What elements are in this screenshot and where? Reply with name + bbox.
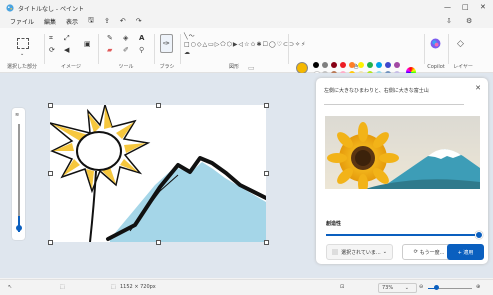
creativity-slider-knob[interactable] bbox=[475, 231, 483, 239]
cursor-icon: ↖ bbox=[8, 284, 13, 290]
menu-edit[interactable]: 編集 bbox=[44, 17, 56, 26]
layers-group: ◇ レイヤー bbox=[448, 28, 478, 72]
color-swatch[interactable] bbox=[340, 62, 346, 68]
canvas-size-icon: ⬚ bbox=[111, 284, 116, 290]
zoom-value: 73% bbox=[382, 285, 394, 291]
window-title: タイトルなし - ペイント bbox=[18, 5, 84, 13]
copilot-group-label: Copilot bbox=[427, 64, 445, 70]
layers-group-label: レイヤー bbox=[453, 64, 473, 70]
selection-group: ⌄ 選択した部分 bbox=[0, 28, 44, 72]
shapes-gallery[interactable]: ╲〜□○◇△▭▷⬠⬡▶◁☆✩✱☐◯♡⊂⊃✧⚡☁ bbox=[184, 33, 305, 57]
resize-handle[interactable] bbox=[156, 103, 161, 108]
tools-group-label: ツール bbox=[118, 64, 134, 70]
resize-handle[interactable] bbox=[156, 240, 161, 245]
share-icon[interactable]: ⇪ bbox=[104, 17, 110, 25]
resize-handle[interactable] bbox=[48, 103, 53, 108]
save-icon[interactable]: 🖫 bbox=[88, 16, 94, 27]
canvas-size: 1152 × 720px bbox=[120, 284, 156, 290]
magnifier-icon[interactable]: ⚲ bbox=[139, 46, 144, 54]
eraser-icon[interactable]: ▰ bbox=[107, 46, 112, 54]
paint-app-icon bbox=[6, 4, 14, 12]
selection-group-label: 選択した部分 bbox=[6, 64, 37, 70]
account-icon[interactable]: ⇩ bbox=[446, 17, 452, 25]
drawing-artwork bbox=[49, 102, 268, 243]
creativity-label: 創造性 bbox=[326, 221, 342, 227]
zoom-slider-knob[interactable] bbox=[434, 285, 439, 290]
color-picker-icon[interactable]: ✐ bbox=[123, 46, 129, 54]
chevron-down-icon: ⌄ bbox=[382, 249, 387, 255]
minimize-button[interactable]: — bbox=[444, 3, 451, 11]
selection-size-icon: ⬚ bbox=[60, 284, 65, 290]
prompt-input[interactable]: 左側に大きなひまわりと、右側に大きな富士山 bbox=[324, 87, 464, 105]
color-swatch[interactable] bbox=[367, 62, 373, 68]
refresh-icon: ⟳ bbox=[413, 249, 418, 255]
maximize-button[interactable]: □ bbox=[462, 3, 469, 11]
brush-size-slider[interactable]: ≋ bbox=[12, 108, 25, 240]
copilot-icon[interactable] bbox=[430, 38, 441, 49]
brush-size-icon: ≋ bbox=[15, 112, 20, 118]
color-swatch[interactable] bbox=[358, 62, 364, 68]
generated-preview-image bbox=[325, 116, 480, 189]
resize-handle[interactable] bbox=[264, 103, 269, 108]
outline-icon[interactable]: ▭ bbox=[248, 64, 255, 72]
rotate-icon[interactable]: ⟳ bbox=[49, 46, 55, 54]
brushes-group-label: ブラシ bbox=[159, 64, 175, 70]
retry-button-label: もう一度... bbox=[419, 249, 445, 256]
colors-group: 色 bbox=[288, 28, 424, 72]
color-swatch[interactable] bbox=[322, 62, 328, 68]
menu-file[interactable]: ファイル bbox=[10, 17, 34, 26]
colors-group-label: 色 bbox=[353, 64, 359, 70]
zoom-dropdown[interactable]: 73% ⌄ bbox=[378, 283, 417, 293]
brush-size-knob[interactable] bbox=[16, 225, 22, 231]
resize-handle[interactable] bbox=[264, 240, 269, 245]
image-tools-icon[interactable]: ▣ bbox=[84, 40, 91, 48]
menu-view[interactable]: 表示 bbox=[66, 17, 78, 26]
menu-bar: ファイル 編集 表示 🖫 ⇪ ↶ ↷ ⇩ ⚙ bbox=[0, 14, 493, 28]
ribbon: ⌄ 選択した部分 ⌗ ⤢ ⟳ ◀ ▣ イメージ ✎ ◈ A ▰ ✐ ⚲ ツール … bbox=[0, 28, 493, 87]
apply-button[interactable]: + 適用 bbox=[447, 244, 484, 260]
cocreator-panel: 左側に大きなひまわりと、右側に大きな富士山 ✕ 創造性 選択されていま... ⌄… bbox=[316, 78, 488, 264]
zoom-in-icon[interactable]: ⊕ bbox=[476, 284, 480, 290]
style-dropdown-label: 選択されていま... bbox=[341, 249, 381, 256]
flip-icon[interactable]: ◀ bbox=[64, 46, 69, 54]
chevron-down-icon: ⌄ bbox=[404, 285, 409, 291]
drawing-canvas[interactable] bbox=[49, 102, 268, 243]
select-dropdown-icon[interactable]: ⌄ bbox=[20, 50, 24, 58]
style-dropdown[interactable]: 選択されていま... ⌄ bbox=[326, 244, 393, 260]
resize-handle[interactable] bbox=[264, 171, 269, 176]
tools-group: ✎ ◈ A ▰ ✐ ⚲ ツール bbox=[98, 28, 154, 72]
text-icon[interactable]: A bbox=[139, 34, 144, 42]
creativity-slider[interactable] bbox=[326, 234, 478, 236]
fit-window-icon[interactable]: ⊡ bbox=[340, 284, 344, 290]
redo-icon[interactable]: ↷ bbox=[136, 17, 142, 25]
color-swatch[interactable] bbox=[376, 62, 382, 68]
pencil-icon[interactable]: ✎ bbox=[107, 34, 113, 42]
brush-icon[interactable]: ✑ bbox=[160, 34, 173, 53]
settings-icon[interactable]: ⚙ bbox=[466, 17, 472, 25]
color-swatch[interactable] bbox=[385, 62, 391, 68]
color-swatch[interactable] bbox=[313, 62, 319, 68]
color-swatch[interactable] bbox=[349, 62, 355, 68]
fill-icon[interactable]: ◈ bbox=[123, 34, 128, 42]
select-icon[interactable] bbox=[17, 38, 29, 49]
resize-icon[interactable]: ⤢ bbox=[64, 34, 70, 42]
color-swatch[interactable] bbox=[394, 62, 400, 68]
color-swatch[interactable] bbox=[331, 62, 337, 68]
image-group: ⌗ ⤢ ⟳ ◀ ▣ イメージ bbox=[44, 28, 98, 72]
resize-handle[interactable] bbox=[48, 240, 53, 245]
layers-icon[interactable]: ◇ bbox=[457, 40, 464, 49]
status-bar: ↖ ⬚ ⬚ 1152 × 720px ⊡ 73% ⌄ ⊖ ⊕ bbox=[0, 279, 493, 295]
close-panel-icon[interactable]: ✕ bbox=[475, 84, 481, 92]
zoom-out-icon[interactable]: ⊖ bbox=[419, 284, 423, 290]
close-button[interactable]: ✕ bbox=[480, 3, 486, 11]
undo-icon[interactable]: ↶ bbox=[120, 17, 126, 25]
shapes-group-label: 図形 bbox=[228, 64, 239, 70]
image-group-label: イメージ bbox=[61, 64, 81, 70]
brushes-group: ✑ ブラシ bbox=[154, 28, 180, 72]
style-thumb-icon bbox=[332, 249, 339, 255]
copilot-group: Copilot bbox=[424, 28, 448, 72]
crop-icon[interactable]: ⌗ bbox=[49, 34, 53, 42]
resize-handle[interactable] bbox=[48, 171, 53, 176]
